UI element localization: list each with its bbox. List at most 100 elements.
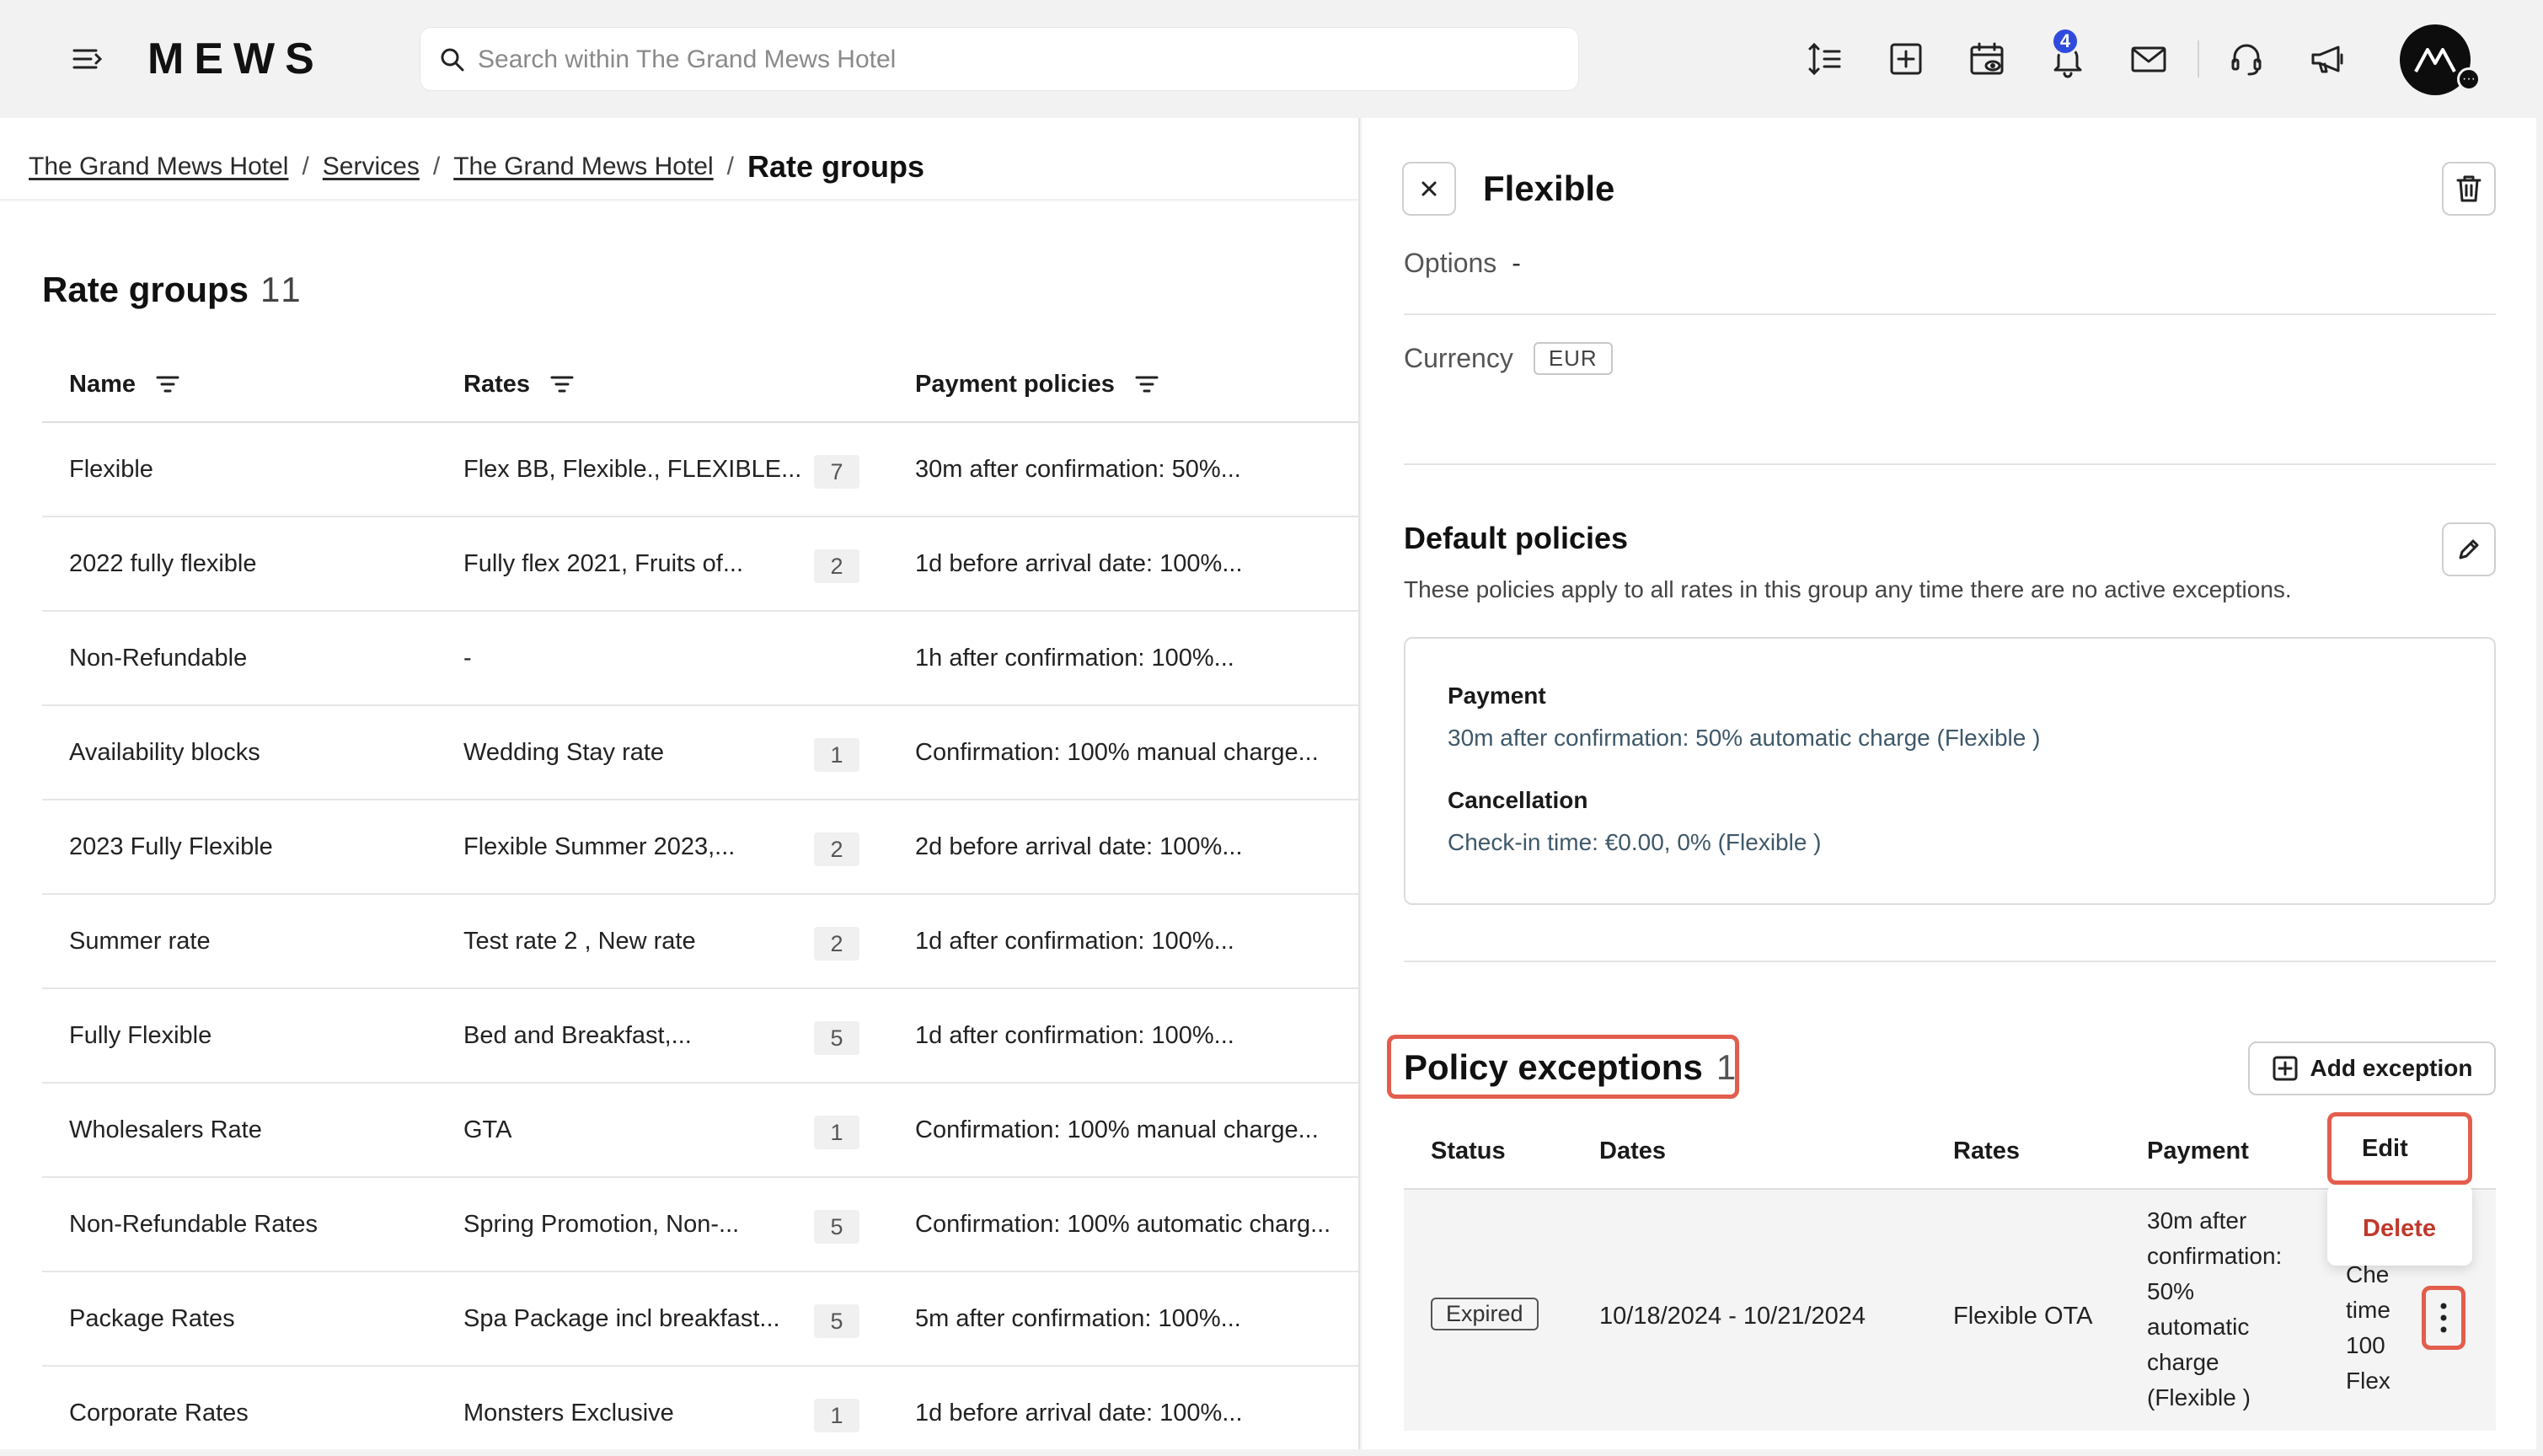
page-title-text: Rate groups bbox=[42, 270, 249, 309]
breadcrumb-current: Rate groups bbox=[747, 149, 925, 184]
search-bar[interactable] bbox=[420, 27, 1579, 91]
column-payment-policies[interactable]: Payment policies bbox=[915, 345, 1160, 423]
rates-count-badge: 5 bbox=[814, 1021, 859, 1055]
rate-group-rates: Flex BB, Flexible., FLEXIBLE... bbox=[463, 455, 802, 483]
table-row[interactable]: Corporate Rates Monsters Exclusive 1 1d bef… bbox=[42, 1367, 1358, 1449]
table-row[interactable]: Non-Refundable Rates Spring Promotion, No… bbox=[42, 1178, 1358, 1272]
table-row[interactable]: Availability blocks Wedding Stay rate 1 Con… bbox=[42, 706, 1358, 800]
table-row[interactable]: Wholesalers Rate GTA 1 Confirmation: 100% m… bbox=[42, 1084, 1358, 1178]
rates-count-badge: 2 bbox=[814, 832, 859, 866]
payment-value: 30m after confirmation: 50% automatic ch… bbox=[1448, 725, 2041, 751]
breadcrumb-separator: / bbox=[432, 153, 441, 180]
currency-tag: EUR bbox=[1533, 342, 1613, 375]
rate-group-name: 2023 Fully Flexible bbox=[69, 832, 273, 860]
exception-payment-line: 30m after bbox=[2147, 1207, 2247, 1234]
breadcrumb-separator: / bbox=[726, 153, 734, 180]
column-name[interactable]: Name bbox=[69, 345, 181, 423]
filter-icon[interactable] bbox=[154, 372, 181, 396]
top-bar: MEWS 4 bbox=[0, 0, 2543, 118]
exceptions-column-rates: Rates bbox=[1953, 1138, 2020, 1164]
page-title: Rate groups 11 bbox=[42, 270, 304, 310]
rate-group-payment-policy: Confirmation: 100% manual charge... bbox=[915, 738, 1319, 766]
rate-group-rates: Fully flex 2021, Fruits of... bbox=[463, 549, 744, 577]
options-label: Options bbox=[1404, 248, 1497, 278]
rate-group-payment-policy: 1h after confirmation: 100%... bbox=[915, 644, 1234, 672]
default-policies-card: Payment 30m after confirmation: 50% auto… bbox=[1404, 637, 2496, 905]
megaphone-icon[interactable] bbox=[2304, 35, 2351, 83]
column-name-label: Name bbox=[69, 370, 136, 398]
table-row[interactable]: 2022 fully flexible Fully flex 2021, Frui… bbox=[42, 517, 1358, 612]
sort-height-icon[interactable] bbox=[1802, 35, 1849, 83]
rate-group-rates: - bbox=[463, 644, 472, 672]
exception-payment-line: 50% bbox=[2147, 1278, 2195, 1304]
payment-label: Payment bbox=[1448, 682, 1546, 709]
row-actions-button[interactable] bbox=[2422, 1286, 2465, 1350]
rate-group-payment-policy: 2d before arrival date: 100%... bbox=[915, 832, 1243, 860]
column-rates-label: Rates bbox=[463, 370, 530, 398]
filter-icon[interactable] bbox=[1133, 372, 1160, 396]
table-row[interactable]: Package Rates Spa Package incl breakfast.… bbox=[42, 1272, 1358, 1367]
rate-group-rates: Wedding Stay rate bbox=[463, 738, 665, 766]
notification-badge: 4 bbox=[2051, 27, 2080, 56]
divider bbox=[1404, 463, 2496, 465]
close-button[interactable] bbox=[1402, 162, 1456, 216]
rate-groups-panel: The Grand Mews Hotel / Services / The Gr… bbox=[0, 118, 1360, 1449]
rate-groups-count: 11 bbox=[260, 270, 304, 309]
rates-count-badge: 2 bbox=[814, 927, 859, 961]
detail-title: Flexible bbox=[1483, 169, 1615, 208]
table-row[interactable]: 2023 Fully Flexible Flexible Summer 2023,… bbox=[42, 800, 1358, 895]
exceptions-column-dates: Dates bbox=[1599, 1138, 1666, 1164]
breadcrumb-shadow bbox=[0, 199, 1358, 202]
column-rates[interactable]: Rates bbox=[463, 345, 576, 423]
add-exception-button[interactable]: Add exception bbox=[2248, 1041, 2496, 1095]
trash-icon bbox=[2456, 175, 2481, 202]
rate-group-name: Non-Refundable Rates bbox=[69, 1210, 319, 1238]
exception-dates: 10/18/2024 - 10/21/2024 bbox=[1599, 1303, 1866, 1330]
table-row[interactable]: Summer rate Test rate 2 , New rate 2 1d aft… bbox=[42, 895, 1358, 989]
table-row[interactable]: Fully Flexible Bed and Breakfast,... 5 1d a… bbox=[42, 989, 1358, 1084]
menu-item-delete[interactable]: Delete bbox=[2363, 1215, 2436, 1243]
exception-cancellation-line: 100 bbox=[2346, 1332, 2385, 1358]
edit-policies-button[interactable] bbox=[2442, 522, 2496, 576]
rate-group-payment-policy: Confirmation: 100% automatic charg... bbox=[915, 1210, 1331, 1238]
rate-group-name: Corporate Rates bbox=[69, 1399, 249, 1427]
breadcrumb-service[interactable]: The Grand Mews Hotel bbox=[453, 153, 713, 181]
rates-count-badge: 1 bbox=[814, 738, 859, 772]
rate-group-detail-panel: Flexible Options - Currency EUR Default p… bbox=[1362, 118, 2536, 1449]
rate-group-rates: GTA bbox=[463, 1116, 512, 1143]
delete-button[interactable] bbox=[2442, 162, 2496, 216]
pencil-icon bbox=[2459, 539, 2479, 559]
policy-exceptions-title: Policy exceptions 1 bbox=[1404, 1045, 1736, 1090]
rate-group-name: Flexible bbox=[69, 455, 153, 483]
cancellation-value: Check-in time: €0.00, 0% (Flexible ) bbox=[1448, 829, 1822, 855]
rates-count-badge: 2 bbox=[814, 549, 859, 583]
mews-logo[interactable]: MEWS bbox=[147, 30, 324, 88]
rate-group-name: Non-Refundable bbox=[69, 644, 248, 672]
breadcrumb-services[interactable]: Services bbox=[323, 153, 420, 181]
rate-group-name: Package Rates bbox=[69, 1304, 235, 1332]
rate-group-payment-policy: Confirmation: 100% manual charge... bbox=[915, 1116, 1319, 1143]
row-actions-menu: Delete bbox=[2327, 1185, 2472, 1266]
exceptions-column-status: Status bbox=[1431, 1138, 1506, 1164]
menu-icon[interactable] bbox=[69, 40, 106, 78]
exception-payment: 30m after confirmation: 50% automatic ch… bbox=[2147, 1203, 2315, 1416]
filter-icon[interactable] bbox=[549, 372, 576, 396]
rate-group-name: Fully Flexible bbox=[69, 1021, 212, 1049]
add-box-icon[interactable] bbox=[1882, 35, 1930, 83]
table-row[interactable]: Non-Refundable - 1h after confirmation: 10… bbox=[42, 612, 1358, 706]
default-policies-description: These policies apply to all rates in thi… bbox=[1404, 576, 2292, 602]
exception-cancellation-line: Flex bbox=[2346, 1368, 2390, 1394]
breadcrumb: The Grand Mews Hotel / Services / The Gr… bbox=[29, 142, 924, 192]
mail-icon[interactable] bbox=[2125, 35, 2172, 83]
divider bbox=[1404, 961, 2496, 962]
headset-icon[interactable] bbox=[2223, 35, 2270, 83]
rate-group-rates: Spa Package incl breakfast... bbox=[463, 1304, 780, 1332]
column-payment-policies-label: Payment policies bbox=[915, 370, 1115, 398]
policy-exceptions-title-text: Policy exceptions bbox=[1404, 1047, 1703, 1087]
menu-item-edit[interactable]: Edit bbox=[2327, 1112, 2472, 1185]
search-input[interactable] bbox=[478, 40, 1556, 80]
more-dots-icon[interactable]: ··· bbox=[2457, 67, 2481, 91]
table-row[interactable]: Flexible Flex BB, Flexible., FLEXIBLE... 7… bbox=[42, 423, 1358, 517]
calendar-view-icon[interactable] bbox=[1963, 35, 2010, 83]
breadcrumb-hotel[interactable]: The Grand Mews Hotel bbox=[29, 153, 288, 181]
